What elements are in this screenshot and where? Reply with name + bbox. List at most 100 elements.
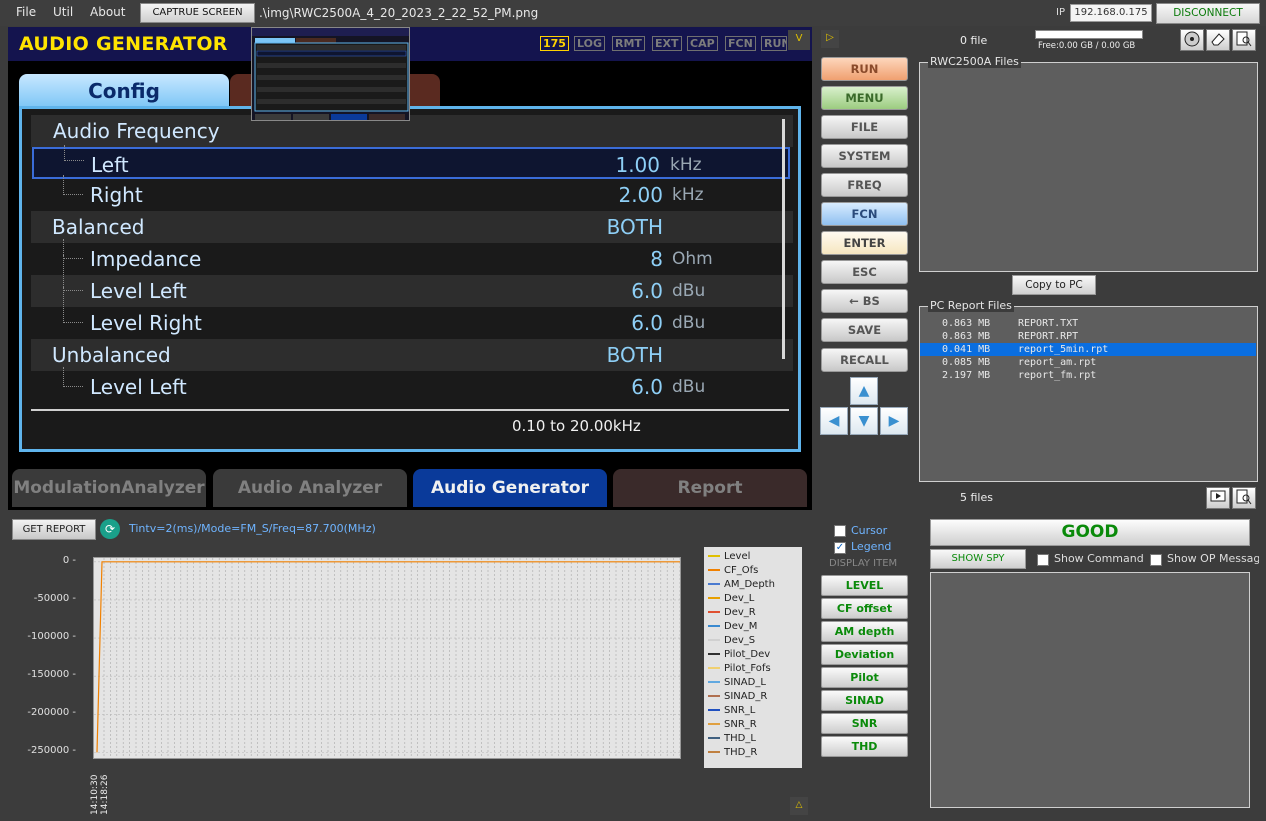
row-audio-frequency[interactable]: Audio Frequency: [31, 115, 793, 147]
collapse-icon[interactable]: V: [788, 30, 810, 50]
range-text: 0.10 to 20.00kHz: [512, 417, 641, 435]
plot-area[interactable]: [93, 557, 681, 759]
sinad-button[interactable]: SINAD: [821, 690, 908, 711]
device-files-list[interactable]: RWC2500A Files: [919, 55, 1258, 272]
pilot-button[interactable]: Pilot: [821, 667, 908, 688]
thd-button[interactable]: THD: [821, 736, 908, 757]
legend: Level CF_Ofs AM_Depth Dev_L Dev_R Dev_M Dev_S P…: [704, 547, 802, 768]
legend-item: SNR_R: [708, 718, 757, 731]
device-title: AUDIO GENERATOR: [19, 33, 228, 55]
arrow-down-icon[interactable]: ▼: [850, 407, 878, 435]
tab-audio-analyzer[interactable]: Audio Analyzer: [213, 469, 407, 507]
enter-button[interactable]: ENTER: [821, 231, 908, 255]
legend-swatch: [708, 751, 720, 753]
refresh-icon[interactable]: ⟳: [100, 519, 120, 539]
preview-thumbnail[interactable]: [251, 27, 410, 121]
y-tick-label: -200000 -: [27, 707, 76, 719]
save-button[interactable]: SAVE: [821, 318, 908, 342]
snr-button[interactable]: SNR: [821, 713, 908, 734]
search-report-icon[interactable]: [1232, 487, 1256, 509]
menu-file[interactable]: File: [16, 5, 36, 19]
row-label: Unbalanced: [52, 343, 171, 367]
disk-icon[interactable]: [1180, 29, 1204, 51]
fcn-button[interactable]: FCN: [821, 202, 908, 226]
pc-files-list[interactable]: PC Report Files 0.863 MB REPORT.TXT 0.863…: [919, 299, 1258, 482]
list-item-selected[interactable]: 0.041 MB report_5min.rpt: [920, 343, 1256, 356]
list-item[interactable]: 2.197 MB report_fm.rpt: [920, 369, 1256, 382]
list-item[interactable]: 0.863 MB REPORT.TXT: [920, 317, 1256, 330]
show-command-checkbox[interactable]: [1037, 554, 1049, 566]
row-unbal-level-left[interactable]: Level Left 6.0 dBu: [31, 367, 793, 403]
tab-config[interactable]: Config: [19, 74, 229, 108]
get-report-button[interactable]: GET REPORT: [12, 519, 96, 540]
row-impedance[interactable]: Impedance 8 Ohm: [31, 239, 793, 275]
esc-button[interactable]: ESC: [821, 260, 908, 284]
copy-to-pc-button[interactable]: Copy to PC: [1012, 275, 1096, 295]
legend-swatch: [708, 667, 720, 669]
pc-file-count: 5 files: [960, 491, 993, 504]
list-item[interactable]: 0.085 MB report_am.rpt: [920, 356, 1256, 369]
backspace-button[interactable]: ← BS: [821, 289, 908, 313]
tab-report[interactable]: Report: [613, 469, 807, 507]
legend-item: Dev_M: [708, 620, 757, 633]
legend-item: THD_L: [708, 732, 756, 745]
storage-bar: [1035, 30, 1143, 39]
cf-offset-button[interactable]: CF offset: [821, 598, 908, 619]
menu-about[interactable]: About: [90, 5, 125, 19]
legend-swatch: [708, 681, 720, 683]
legend-label: CF_Ofs: [724, 565, 759, 576]
display-items-panel: Cursor ✓ Legend DISPLAY ITEM LEVEL CF of…: [816, 515, 914, 817]
row-balanced[interactable]: Balanced BOTH: [31, 211, 793, 243]
row-unbalanced[interactable]: Unbalanced BOTH: [31, 339, 793, 371]
legend-label: THD_L: [724, 733, 756, 744]
menu-bar: File Util About CAPTRUE SCREEN .\img\RWC…: [0, 0, 1266, 26]
level-button[interactable]: LEVEL: [821, 575, 908, 596]
scrollbar[interactable]: [782, 119, 785, 359]
row-value: BOTH: [606, 343, 663, 367]
row-unit: kHz: [672, 185, 704, 205]
view-report-icon[interactable]: [1232, 29, 1256, 51]
badge-fcn: FCN: [725, 36, 756, 51]
capture-screen-button[interactable]: CAPTRUE SCREEN: [140, 3, 255, 23]
expand-icon[interactable]: △: [790, 797, 808, 815]
disconnect-button[interactable]: DISCONNECT: [1156, 3, 1260, 24]
play-report-icon[interactable]: [1206, 487, 1230, 509]
tab-modulation-analyzer[interactable]: ModulationAnalyzer: [12, 469, 206, 507]
row-value: 6.0: [631, 279, 663, 303]
arrow-up-icon[interactable]: ▲: [850, 377, 878, 405]
row-level-left[interactable]: Level Left 6.0 dBu: [31, 255, 793, 307]
run-button[interactable]: RUN: [821, 57, 908, 81]
deviation-button[interactable]: Deviation: [821, 644, 908, 665]
am-depth-button[interactable]: AM depth: [821, 621, 908, 642]
legend-item: Dev_L: [708, 592, 754, 605]
show-op-checkbox[interactable]: [1150, 554, 1162, 566]
row-left[interactable]: Left 1.00 kHz: [32, 145, 790, 179]
legend-swatch: [708, 709, 720, 711]
row-level-right[interactable]: Level Right 6.0 dBu: [31, 287, 793, 339]
list-item[interactable]: 0.863 MB REPORT.RPT: [920, 330, 1256, 343]
row-unit: Ohm: [672, 249, 713, 269]
file-button[interactable]: FILE: [821, 115, 908, 139]
play-icon[interactable]: ▷: [821, 30, 839, 48]
arrow-right-icon[interactable]: ▶: [880, 407, 908, 435]
ip-field[interactable]: 192.168.0.175: [1070, 4, 1152, 22]
eraser-icon[interactable]: [1206, 29, 1230, 51]
log-output[interactable]: [930, 572, 1250, 808]
legend-swatch: [708, 695, 720, 697]
show-spy-button[interactable]: SHOW SPY: [930, 549, 1026, 569]
y-tick-label: 0 -: [62, 554, 76, 566]
menu-button[interactable]: MENU: [821, 86, 908, 110]
cursor-checkbox[interactable]: [834, 525, 846, 537]
legend-checkbox[interactable]: ✓: [834, 542, 846, 554]
arrow-left-icon[interactable]: ◀: [820, 407, 848, 435]
menu-util[interactable]: Util: [53, 5, 73, 19]
legend-swatch: [708, 723, 720, 725]
good-status: GOOD: [930, 519, 1250, 546]
row-right[interactable]: Right 2.00 kHz: [31, 175, 793, 211]
freq-button[interactable]: FREQ: [821, 173, 908, 197]
recall-button[interactable]: RECALL: [821, 348, 908, 372]
ip-label: IP: [1056, 7, 1065, 18]
system-button[interactable]: SYSTEM: [821, 144, 908, 168]
display-item-title: DISPLAY ITEM: [829, 558, 898, 569]
tab-audio-generator[interactable]: Audio Generator: [413, 469, 607, 507]
